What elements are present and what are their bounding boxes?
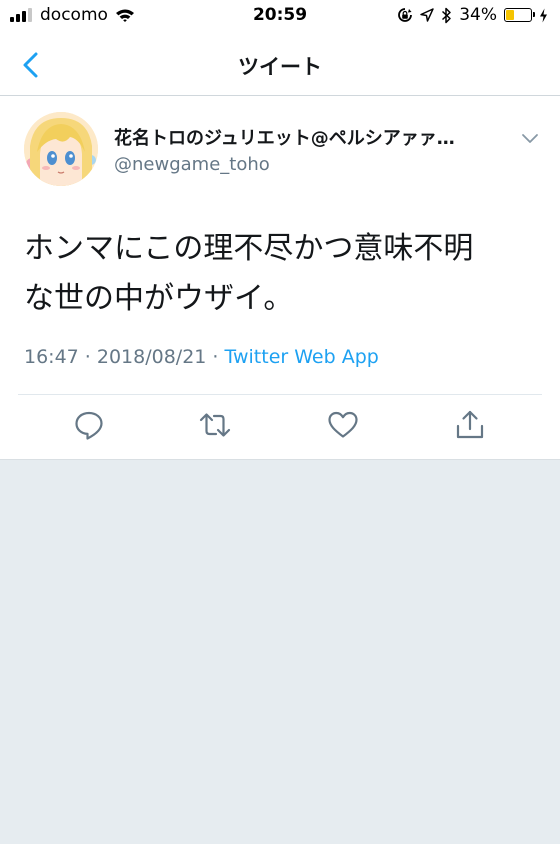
battery-percent: 34% — [459, 5, 497, 25]
tweet-text-line: な世の中がウザイ。 — [24, 281, 294, 316]
tweet-metadata: 16:47 · 2018/08/21 · Twitter Web App — [24, 346, 379, 368]
chevron-down-icon[interactable] — [520, 130, 540, 146]
tweet-text: ホンマにこの理不尽かつ意味不明 な世の中がウザイ。 — [24, 224, 524, 324]
display-name[interactable]: 花名トロのジュリエット@ペルシアァァ… — [114, 124, 516, 150]
screen-lock-icon — [398, 8, 413, 22]
tweet-card: 花名トロのジュリエット@ペルシアァァ… @newgame_toho ホンマにこの… — [0, 96, 560, 460]
page-title: ツイート — [238, 55, 322, 79]
user-handle[interactable]: @newgame_toho — [114, 154, 270, 175]
status-right: 34% — [390, 5, 548, 25]
reply-icon[interactable] — [72, 408, 106, 442]
avatar[interactable] — [24, 112, 98, 186]
like-icon[interactable] — [326, 408, 360, 442]
battery-icon — [504, 8, 535, 22]
avatar-image — [24, 112, 98, 186]
bluetooth-icon — [442, 7, 451, 23]
share-icon[interactable] — [453, 408, 487, 442]
navigation-bar: ツイート — [0, 34, 560, 96]
tweet-text-line: ホンマにこの理不尽かつ意味不明 — [24, 231, 474, 266]
tweet-actions — [0, 408, 560, 448]
charging-icon — [540, 8, 547, 22]
divider — [18, 394, 542, 395]
location-icon — [420, 8, 434, 22]
status-bar: docomo 20:59 34% — [0, 0, 560, 34]
tweet-source-link[interactable]: Twitter Web App — [225, 346, 379, 368]
tweet-timestamp: 16:47 · 2018/08/21 · — [24, 346, 225, 368]
battery-fill — [506, 10, 515, 20]
empty-background-area — [0, 460, 560, 844]
retweet-icon[interactable] — [198, 408, 232, 442]
